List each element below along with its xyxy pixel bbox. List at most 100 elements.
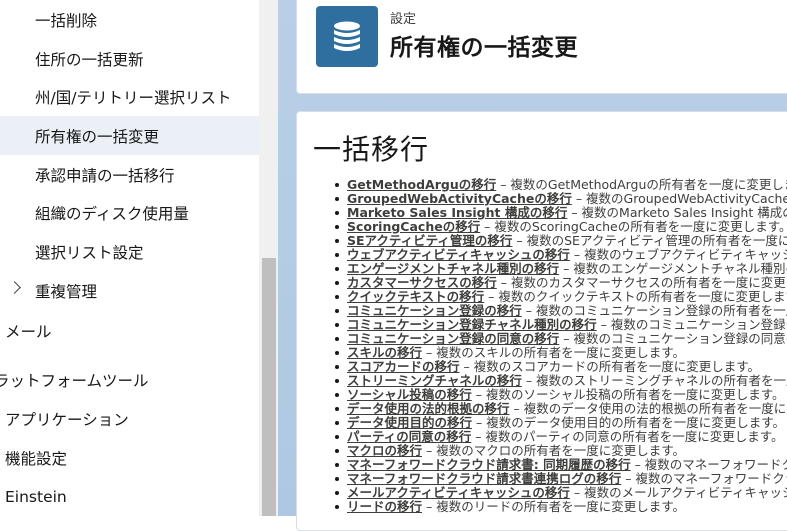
transfer-link[interactable]: ScoringCacheの移行 bbox=[347, 219, 480, 234]
transfer-link[interactable]: カスタマーサクセスの移行 bbox=[347, 275, 497, 290]
list-item: データ使用目的の移行 – 複数のデータ使用目的の所有者を一度に変更します。 bbox=[330, 416, 787, 430]
list-item: ScoringCacheの移行 – 複数のScoringCacheの所有者を一度… bbox=[330, 220, 787, 234]
sidebar-item[interactable]: 選択リスト設定 bbox=[0, 232, 259, 271]
transfer-link[interactable]: メールアクティビティキャッシュの移行 bbox=[347, 485, 570, 500]
sidebar-item-label: 機能設定 bbox=[5, 449, 68, 468]
sidebar-item-label: ラットフォームツール bbox=[0, 371, 149, 390]
sidebar-item-label: 所有権の一括変更 bbox=[35, 127, 160, 146]
transfer-description: – 複数のウェブアクティビティキャッシュの所有者を一度に変更します。 bbox=[573, 247, 787, 262]
sidebar-scrollbar-thumb[interactable] bbox=[262, 258, 276, 516]
list-item: ソーシャル投稿の移行 – 複数のソーシャル投稿の所有者を一度に変更します。 bbox=[330, 388, 787, 402]
transfer-description: – 複数のメールアクティビティキャッシュの所有者を一度に変更します。 bbox=[573, 485, 787, 500]
transfer-description: – 複数のマネーフォワードクラウド請求書連携ログの所有者を一度に変更します。 bbox=[625, 471, 787, 486]
transfer-description: – 複数のクイックテキストの所有者を一度に変更します。 bbox=[484, 289, 787, 304]
transfer-description: – 複数のデータ使用の法的根拠の所有者を一度に変更します。 bbox=[513, 401, 787, 416]
list-item: マネーフォワードクラウド請求書: 同期履歴の移行 – 複数のマネーフォワードクラ… bbox=[330, 458, 787, 472]
transfer-description: – 複数のコミュニケーション登録チャネル種別の所有者を一度に変更します。 bbox=[600, 317, 787, 332]
sidebar-item-label: アプリケーション bbox=[5, 410, 129, 429]
transfer-link[interactable]: クイックテキストの移行 bbox=[347, 289, 484, 304]
transfer-link[interactable]: データ使用目的の移行 bbox=[347, 415, 472, 430]
transfer-description: – 複数のマクロの所有者を一度に変更します。 bbox=[422, 443, 685, 458]
transfer-description: – 複数のストリーミングチャネルの所有者を一度に変更します。 bbox=[525, 373, 787, 388]
sidebar-item-label: 選択リスト設定 bbox=[35, 243, 144, 262]
list-item: データ使用の法的根拠の移行 – 複数のデータ使用の法的根拠の所有者を一度に変更し… bbox=[330, 402, 787, 416]
transfer-link[interactable]: GetMethodArguの移行 bbox=[347, 177, 496, 192]
list-item: GroupedWebActivityCacheの移行 – 複数のGroupedW… bbox=[330, 192, 787, 206]
breadcrumb-setup: 設定 bbox=[390, 12, 417, 27]
sidebar-item-label: 重複管理 bbox=[35, 282, 98, 301]
sidebar-item[interactable]: 州/国/テリトリー選択リスト bbox=[0, 77, 259, 116]
transfer-link[interactable]: マクロの移行 bbox=[347, 443, 422, 458]
transfer-description: – 複数のスコアカードの所有者を一度に変更します。 bbox=[459, 359, 760, 374]
sidebar-item[interactable]: 承認申請の一括移行 bbox=[0, 155, 259, 194]
sidebar-item[interactable]: メール bbox=[0, 311, 259, 350]
section-heading: 一括移行 bbox=[313, 133, 430, 166]
transfer-link[interactable]: スコアカードの移行 bbox=[347, 359, 460, 374]
chevron-right-icon[interactable] bbox=[8, 281, 21, 294]
setup-sidebar: 一括削除住所の一括更新州/国/テリトリー選択リスト 所有権の一括変更 承認申請の一括… bbox=[0, 0, 259, 516]
transfer-link[interactable]: コミュニケーション登録チャネル種別の移行 bbox=[347, 317, 597, 332]
sidebar-item[interactable]: 一括削除 bbox=[0, 0, 259, 39]
transfer-link[interactable]: スキルの移行 bbox=[347, 345, 422, 360]
transfer-description: – 複数のマネーフォワードクラウド請求書: 同期履歴の所有者を一度に変更します。 bbox=[634, 457, 787, 472]
sidebar-item-label: Einstein bbox=[5, 487, 67, 506]
sidebar-item[interactable]: アプリケーション bbox=[0, 399, 259, 438]
list-item: カスタマーサクセスの移行 – 複数のカスタマーサクセスの所有者を一度に変更します… bbox=[330, 276, 787, 290]
list-item: ストリーミングチャネルの移行 – 複数のストリーミングチャネルの所有者を一度に変… bbox=[330, 374, 787, 388]
transfer-link[interactable]: ストリーミングチャネルの移行 bbox=[347, 373, 522, 388]
transfer-link[interactable]: マネーフォワードクラウド請求書連携ログの移行 bbox=[347, 471, 621, 486]
sidebar-item-label: 承認申請の一括移行 bbox=[35, 166, 175, 185]
sidebar-item[interactable]: 所有権の一括変更 bbox=[0, 116, 259, 155]
transfer-link[interactable]: パーティの同意の移行 bbox=[347, 429, 471, 444]
sidebar-item[interactable]: 組織のディスク使用量 bbox=[0, 193, 259, 232]
transfer-link[interactable]: リードの移行 bbox=[347, 499, 422, 514]
transfer-link[interactable]: エンゲージメントチャネル種別の移行 bbox=[347, 261, 559, 276]
sidebar-item[interactable]: ラットフォームツール bbox=[0, 360, 253, 399]
list-item: SEアクティビティ管理の移行 – 複数のSEアクティビティ管理の所有者を一度に変… bbox=[330, 234, 787, 248]
sidebar-item[interactable]: 機能設定 bbox=[0, 438, 259, 477]
list-item: GetMethodArguの移行 – 複数のGetMethodArguの所有者を… bbox=[330, 178, 787, 192]
sidebar-item[interactable]: 重複管理 bbox=[0, 271, 259, 310]
transfer-link[interactable]: GroupedWebActivityCacheの移行 bbox=[347, 191, 572, 206]
transfer-link[interactable]: ウェブアクティビティキャッシュの移行 bbox=[347, 247, 570, 262]
list-item: スキルの移行 – 複数のスキルの所有者を一度に変更します。 bbox=[330, 346, 787, 360]
list-item: クイックテキストの移行 – 複数のクイックテキストの所有者を一度に変更します。 bbox=[330, 290, 787, 304]
mass-transfer-list: GetMethodArguの移行 – 複数のGetMethodArguの所有者を… bbox=[330, 178, 787, 514]
transfer-link[interactable]: Marketo Sales Insight 構成の移行 bbox=[347, 205, 567, 220]
transfer-description: – 複数のコミュニケーション登録の同意の所有者を一度に変更します。 bbox=[563, 331, 787, 346]
list-item: コミュニケーション登録の移行 – 複数のコミュニケーション登録の所有者を一度に変… bbox=[330, 304, 787, 318]
list-item: パーティの同意の移行 – 複数のパーティの同意の所有者を一度に変更します。 bbox=[330, 430, 787, 444]
transfer-description: – 複数のパーティの同意の所有者を一度に変更します。 bbox=[471, 429, 784, 444]
page-header: 設定 所有権の一括変更 bbox=[296, 0, 787, 94]
list-item: コミュニケーション登録の同意の移行 – 複数のコミュニケーション登録の同意の所有… bbox=[330, 332, 787, 346]
transfer-link[interactable]: ソーシャル投稿の移行 bbox=[347, 387, 472, 402]
transfer-link[interactable]: マネーフォワードクラウド請求書: 同期履歴の移行 bbox=[347, 457, 631, 472]
sidebar-item[interactable]: Einstein bbox=[0, 477, 259, 516]
list-item: ウェブアクティビティキャッシュの移行 – 複数のウェブアクティビティキャッシュの… bbox=[330, 248, 787, 262]
sidebar-item-label: 住所の一括更新 bbox=[35, 50, 144, 69]
content-panel: 一括移行 GetMethodArguの移行 – 複数のGetMethodArgu… bbox=[296, 111, 787, 531]
transfer-description: – 複数のScoringCacheの所有者を一度に変更します。 bbox=[480, 219, 787, 234]
database-icon bbox=[316, 6, 378, 67]
page-title: 所有権の一括変更 bbox=[390, 35, 578, 61]
list-item: マネーフォワードクラウド請求書連携ログの移行 – 複数のマネーフォワードクラウド… bbox=[330, 472, 787, 486]
transfer-description: – 複数のソーシャル投稿の所有者を一度に変更します。 bbox=[471, 387, 785, 402]
list-item: エンゲージメントチャネル種別の移行 – 複数のエンゲージメントチャネル種別の所有… bbox=[330, 262, 787, 276]
transfer-link[interactable]: コミュニケーション登録の同意の移行 bbox=[347, 331, 559, 346]
transfer-description: – 複数のリードの所有者を一度に変更します。 bbox=[422, 499, 685, 514]
sidebar-item-label: メール bbox=[5, 322, 52, 341]
transfer-description: – 複数のデータ使用目的の所有者を一度に変更します。 bbox=[472, 415, 785, 430]
sidebar-item-label: 組織のディスク使用量 bbox=[35, 204, 189, 223]
transfer-description: – 複数のGetMethodArguの所有者を一度に変更します。 bbox=[500, 177, 787, 192]
transfer-description: – 複数のコミュニケーション登録の所有者を一度に変更します。 bbox=[525, 303, 787, 318]
list-item: スコアカードの移行 – 複数のスコアカードの所有者を一度に変更します。 bbox=[330, 360, 787, 374]
transfer-description: – 複数のエンゲージメントチャネル種別の所有者を一度に変更します。 bbox=[563, 261, 787, 276]
transfer-description: – 複数のカスタマーサクセスの所有者を一度に変更します。 bbox=[500, 275, 787, 290]
transfer-link[interactable]: SEアクティビティ管理の移行 bbox=[347, 233, 512, 248]
transfer-link[interactable]: コミュニケーション登録の移行 bbox=[347, 303, 522, 318]
sidebar-item[interactable]: 住所の一括更新 bbox=[0, 39, 259, 78]
transfer-description: – 複数のGroupedWebActivityCacheの所有者を一度に変更しま… bbox=[575, 191, 787, 206]
list-item: リードの移行 – 複数のリードの所有者を一度に変更します。 bbox=[330, 500, 787, 514]
transfer-link[interactable]: データ使用の法的根拠の移行 bbox=[347, 401, 510, 416]
sidebar-item-label: 州/国/テリトリー選択リスト bbox=[35, 88, 232, 107]
